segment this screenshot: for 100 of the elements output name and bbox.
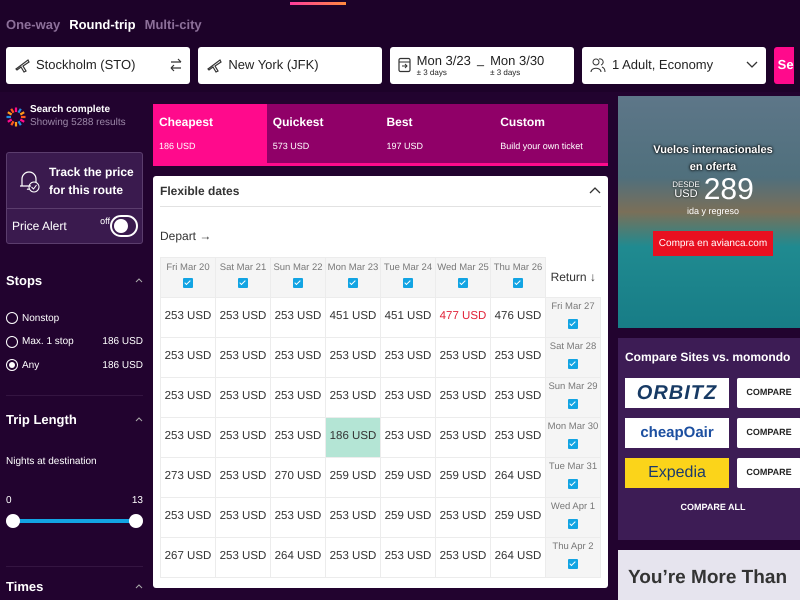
- promo-headline: You’re More Than: [628, 567, 788, 588]
- checkbox[interactable]: [568, 439, 578, 449]
- slider-thumb[interactable]: [6, 514, 20, 528]
- origin-field[interactable]: Stockholm (STO): [6, 46, 190, 84]
- price-cell[interactable]: 451 USD: [326, 297, 380, 337]
- price-cell[interactable]: 253 USD: [270, 297, 326, 337]
- checkbox[interactable]: [568, 399, 578, 409]
- date-label: Thu Mar 26: [492, 260, 544, 275]
- price-cell[interactable]: 253 USD: [160, 337, 216, 377]
- price-cell[interactable]: 253 USD: [436, 377, 490, 417]
- compare-button[interactable]: COMPARE: [737, 458, 800, 488]
- price-cell[interactable]: 273 USD: [160, 457, 216, 497]
- travelers-field[interactable]: 1 Adult, Economy: [582, 46, 766, 84]
- slider-thumb[interactable]: [129, 514, 143, 528]
- price-cell[interactable]: 253 USD: [216, 497, 270, 537]
- price-cell[interactable]: 253 USD: [326, 497, 380, 537]
- trip-type-tab[interactable]: Multi-city: [144, 15, 202, 34]
- price-cell[interactable]: 253 USD: [216, 417, 270, 457]
- price-cell[interactable]: 253 USD: [326, 337, 380, 377]
- checkbox[interactable]: [568, 359, 578, 369]
- price-cell[interactable]: 253 USD: [216, 377, 270, 417]
- price-cell[interactable]: 253 USD: [436, 337, 490, 377]
- checkbox[interactable]: [293, 278, 303, 288]
- radio-button[interactable]: [6, 312, 18, 324]
- price-cell[interactable]: 477 USD: [436, 297, 490, 337]
- price-cell[interactable]: 253 USD: [326, 377, 380, 417]
- price-cell[interactable]: 451 USD: [380, 297, 436, 337]
- chevron-up-icon[interactable]: [135, 417, 143, 422]
- destination-text: New York (JFK): [228, 56, 319, 74]
- price-cell[interactable]: 253 USD: [160, 377, 216, 417]
- price-cell[interactable]: 253 USD: [160, 497, 216, 537]
- trip-type-tab[interactable]: Round-trip: [69, 15, 136, 34]
- compare-button[interactable]: COMPARE: [737, 418, 800, 448]
- sort-tab[interactable]: Custom Build your own ticket: [494, 104, 608, 166]
- date-label: Thu Apr 2: [551, 540, 595, 554]
- price-cell[interactable]: 259 USD: [380, 457, 436, 497]
- price-cell[interactable]: 253 USD: [216, 297, 270, 337]
- depart-date-text: Mon 3/23: [416, 54, 471, 66]
- checkbox[interactable]: [183, 278, 193, 288]
- price-cell[interactable]: 253 USD: [380, 417, 436, 457]
- price-cell[interactable]: 186 USD: [326, 417, 380, 457]
- search-button[interactable]: Se: [774, 46, 794, 84]
- checkbox[interactable]: [568, 559, 578, 569]
- checkbox[interactable]: [348, 278, 358, 288]
- price-cell[interactable]: 253 USD: [436, 537, 490, 577]
- price-cell[interactable]: 253 USD: [216, 457, 270, 497]
- price-cell[interactable]: 253 USD: [270, 497, 326, 537]
- price-cell[interactable]: 259 USD: [326, 457, 380, 497]
- radio-button[interactable]: [6, 359, 18, 372]
- checkbox[interactable]: [568, 479, 578, 489]
- sort-tab[interactable]: Cheapest 186 USD: [153, 104, 267, 166]
- site-logo[interactable]: ORBITZ: [625, 378, 729, 408]
- toggle-switch[interactable]: [110, 215, 138, 237]
- range-min-label: 0: [6, 494, 12, 508]
- price-cell[interactable]: 253 USD: [380, 377, 436, 417]
- price-cell[interactable]: 259 USD: [436, 457, 490, 497]
- depart-label: Depart →: [160, 228, 212, 244]
- checkbox[interactable]: [458, 278, 468, 288]
- return-flex-text: ± 3 days: [490, 68, 522, 76]
- price-cell[interactable]: 253 USD: [270, 337, 326, 377]
- compare-all-button[interactable]: COMPARE ALL: [674, 500, 752, 516]
- dash-text: –: [476, 56, 484, 74]
- site-logo[interactable]: Expedia: [625, 458, 729, 488]
- date-label: Mon Mar 30: [546, 420, 600, 434]
- price-cell[interactable]: 253 USD: [216, 537, 270, 577]
- checkbox[interactable]: [403, 278, 413, 288]
- checkbox[interactable]: [238, 278, 248, 288]
- slider-track[interactable]: [6, 514, 143, 528]
- calendar-icon: [398, 57, 411, 73]
- toggle-state-text: off: [100, 215, 110, 228]
- price-cell[interactable]: 253 USD: [380, 337, 436, 377]
- price-cell[interactable]: 253 USD: [270, 377, 326, 417]
- sort-tab[interactable]: Quickest 573 USD: [266, 104, 380, 166]
- section-title: Trip Length: [6, 411, 77, 429]
- compare-button[interactable]: COMPARE: [737, 378, 800, 408]
- destination-field[interactable]: New York (JFK): [198, 46, 382, 84]
- price-cell[interactable]: 253 USD: [160, 417, 216, 457]
- chevron-up-icon[interactable]: [135, 584, 143, 589]
- chevron-up-icon[interactable]: [135, 278, 143, 284]
- radio-button[interactable]: [6, 336, 18, 348]
- trip-type-tab[interactable]: One-way: [6, 15, 60, 34]
- price-cell[interactable]: 253 USD: [436, 417, 490, 457]
- chevron-up-icon[interactable]: [589, 187, 601, 194]
- checkbox[interactable]: [568, 519, 578, 529]
- price-cell[interactable]: 253 USD: [436, 497, 490, 537]
- price-cell[interactable]: 253 USD: [160, 297, 216, 337]
- date-label: Wed Apr 1: [550, 500, 596, 514]
- price-cell[interactable]: 259 USD: [380, 497, 436, 537]
- price-cell[interactable]: 267 USD: [160, 537, 216, 577]
- checkbox[interactable]: [568, 319, 578, 329]
- price-cell[interactable]: 253 USD: [326, 537, 380, 577]
- price-cell[interactable]: 253 USD: [380, 537, 436, 577]
- site-logo[interactable]: cheapOair: [625, 418, 729, 448]
- return-date-text: Mon 3/30: [490, 54, 544, 66]
- price-cell[interactable]: 264 USD: [270, 537, 326, 577]
- price-cell[interactable]: 270 USD: [270, 457, 326, 497]
- ad-cta-button[interactable]: Compra en avianca.com: [652, 230, 774, 256]
- price-cell[interactable]: 253 USD: [216, 337, 270, 377]
- sort-tab[interactable]: Best 197 USD: [380, 104, 494, 166]
- checkbox[interactable]: [513, 278, 523, 288]
